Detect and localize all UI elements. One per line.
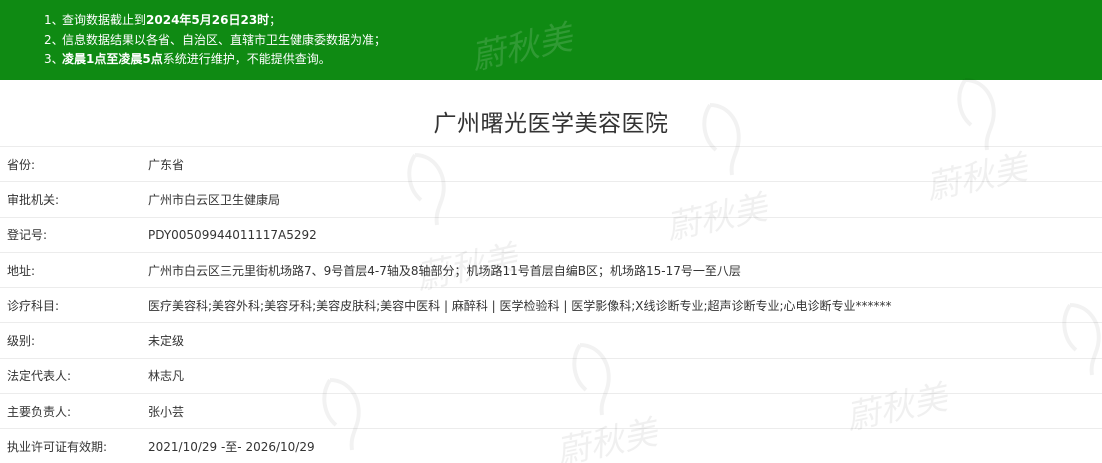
info-value: 医疗美容科;美容外科;美容牙科;美容皮肤科;美容中医科 | 麻醉科 | 医学检验… (148, 298, 892, 313)
notice-item-emphasis: 2024年5月26日23时 (146, 13, 270, 27)
notice-item-2: 2、信息数据结果以各省、自治区、直辖市卫生健康委数据为准； (44, 31, 1102, 51)
info-row-approval-authority: 审批机关: 广州市白云区卫生健康局 (0, 182, 1102, 218)
notice-banner: 1、查询数据截止到2024年5月26日23时； 2、信息数据结果以各省、自治区、… (0, 0, 1102, 80)
notice-item-emphasis: 凌晨1点至凌晨5点 (62, 52, 163, 66)
hospital-info-table: 省份: 广东省 审批机关: 广州市白云区卫生健康局 登记号: PDY005099… (0, 146, 1102, 463)
notice-item-number: 2、 (44, 32, 64, 47)
notice-item-text: 查询数据截止到 (62, 13, 147, 27)
info-row-legal-representative: 法定代表人: 林志凡 (0, 359, 1102, 395)
notice-item-number: 3、 (44, 52, 64, 66)
info-label: 省份: (7, 157, 36, 172)
info-value: 张小芸 (148, 404, 185, 419)
notice-item-number: 1、 (44, 13, 64, 27)
notice-item-suffix: ； (269, 13, 282, 27)
info-row-level: 级别: 未定级 (0, 323, 1102, 359)
info-value: 广州市白云区卫生健康局 (148, 192, 281, 207)
notice-item-suffix: 系统进行维护，不能提供查询。 (162, 52, 331, 66)
info-value: PDY00509944011117A5292 (148, 227, 317, 242)
info-row-province: 省份: 广东省 (0, 147, 1102, 183)
info-label: 地址: (7, 263, 36, 278)
info-label: 执业许可证有效期: (7, 440, 108, 455)
info-row-departments: 诊疗科目: 医疗美容科;美容外科;美容牙科;美容皮肤科;美容中医科 | 麻醉科 … (0, 288, 1102, 324)
info-label: 级别: (7, 334, 36, 349)
info-label: 审批机关: (7, 192, 60, 207)
info-value: 广东省 (148, 157, 185, 172)
page: 1、查询数据截止到2024年5月26日23时； 2、信息数据结果以各省、自治区、… (0, 0, 1102, 463)
info-value: 未定级 (148, 334, 185, 349)
info-row-license-validity: 执业许可证有效期: 2021/10/29 -至- 2026/10/29 (0, 429, 1102, 463)
hospital-name-title: 广州曙光医学美容医院 (433, 111, 669, 137)
notice-item-1: 1、查询数据截止到2024年5月26日23时； (44, 11, 1102, 31)
info-label: 诊疗科目: (7, 298, 60, 313)
info-value: 2021/10/29 -至- 2026/10/29 (148, 440, 315, 455)
info-row-address: 地址: 广州市白云区三元里街机场路7、9号首层4-7轴及8轴部分；机场路11号首… (0, 253, 1102, 289)
notice-item-text: 信息数据结果以各省、自治区、直辖市卫生健康委数据为准； (62, 32, 387, 47)
info-value: 广州市白云区三元里街机场路7、9号首层4-7轴及8轴部分；机场路11号首层自编B… (148, 263, 741, 278)
info-row-principal: 主要负责人: 张小芸 (0, 394, 1102, 430)
notice-item-3: 3、凌晨1点至凌晨5点系统进行维护，不能提供查询。 (44, 50, 1102, 70)
info-value: 林志凡 (148, 369, 185, 384)
info-label: 主要负责人: (7, 404, 72, 419)
info-row-registration-number: 登记号: PDY00509944011117A5292 (0, 218, 1102, 253)
info-label: 法定代表人: (7, 369, 72, 384)
info-label: 登记号: (7, 228, 48, 243)
